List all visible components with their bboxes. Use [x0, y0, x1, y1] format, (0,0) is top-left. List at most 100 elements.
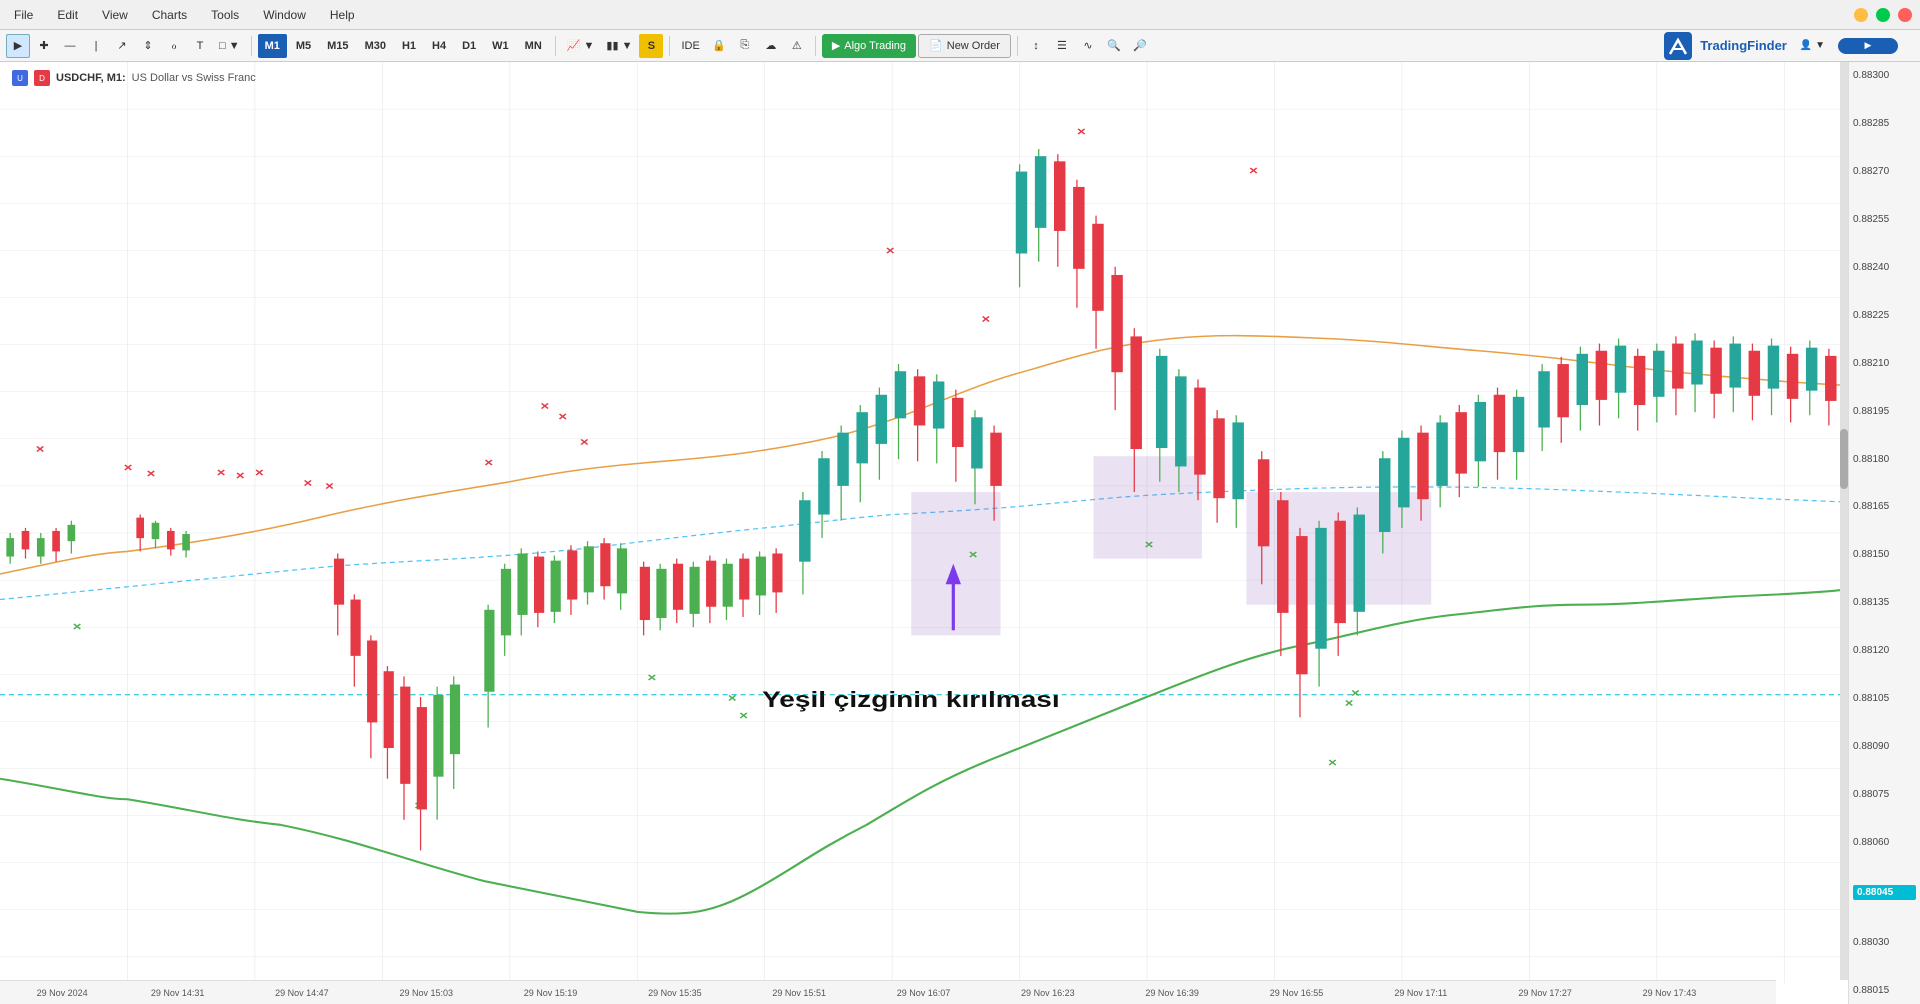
svg-text:×: ×: [484, 455, 493, 469]
timeframe-h1[interactable]: H1: [395, 34, 423, 58]
timeframe-m1[interactable]: M1: [258, 34, 287, 58]
time-label-13: 29 Nov 17:43: [1643, 988, 1697, 998]
price-level-13: 0.88105: [1853, 693, 1916, 704]
timeframe-mn[interactable]: MN: [518, 34, 549, 58]
price-level-0: 0.88300: [1853, 70, 1916, 81]
svg-text:×: ×: [1249, 163, 1258, 177]
time-label-11: 29 Nov 17:11: [1394, 988, 1447, 998]
menu-bar[interactable]: File Edit View Charts Tools Window Help: [8, 6, 361, 24]
new-order-button[interactable]: 📄 New Order: [918, 34, 1011, 58]
svg-text:×: ×: [36, 442, 45, 456]
price-level-18: 0.88030: [1853, 937, 1916, 948]
chart-icon-1: U: [12, 70, 28, 86]
svg-text:×: ×: [540, 399, 549, 413]
chart-symbol: USDCHF, M1:: [56, 72, 126, 84]
logo-icon: [1664, 32, 1692, 60]
menu-charts[interactable]: Charts: [146, 6, 193, 24]
price-level-6: 0.88210: [1853, 358, 1916, 369]
time-label-2: 29 Nov 14:47: [275, 988, 329, 998]
chart-main[interactable]: U D USDCHF, M1: US Dollar vs Swiss Franc: [0, 62, 1848, 1004]
svg-text:×: ×: [886, 243, 895, 257]
alerts-btn[interactable]: ⚠: [785, 34, 809, 58]
time-axis: 29 Nov 2024 29 Nov 14:31 29 Nov 14:47 29…: [0, 980, 1776, 1004]
hline-tool[interactable]: —: [58, 34, 82, 58]
timeframe-m15[interactable]: M15: [320, 34, 355, 58]
menu-edit[interactable]: Edit: [51, 6, 84, 24]
menu-help[interactable]: Help: [324, 6, 361, 24]
minimize-button[interactable]: [1854, 8, 1868, 22]
price-level-9: 0.88165: [1853, 501, 1916, 512]
channel-tool[interactable]: ⇕: [136, 34, 160, 58]
time-label-6: 29 Nov 15:51: [772, 988, 826, 998]
svg-text:×: ×: [739, 708, 748, 722]
pitchfork-tool[interactable]: ℴ: [162, 34, 186, 58]
separator-3: [669, 36, 670, 56]
menu-view[interactable]: View: [96, 6, 134, 24]
time-label-0: 29 Nov 2024: [37, 988, 88, 998]
price-level-3: 0.88255: [1853, 214, 1916, 225]
menu-window[interactable]: Window: [257, 6, 312, 24]
timeframe-w1[interactable]: W1: [485, 34, 516, 58]
timeframe-d1[interactable]: D1: [455, 34, 483, 58]
price-level-4: 0.88240: [1853, 262, 1916, 273]
time-label-4: 29 Nov 15:19: [524, 988, 578, 998]
cursor-tool[interactable]: ▶: [6, 34, 30, 58]
signals-btn[interactable]: S: [639, 34, 663, 58]
window-controls: [1854, 8, 1912, 22]
menu-tools[interactable]: Tools: [205, 6, 245, 24]
close-button[interactable]: [1898, 8, 1912, 22]
svg-text:×: ×: [1328, 755, 1337, 769]
svg-text:×: ×: [981, 312, 990, 326]
timeframe-h4[interactable]: H4: [425, 34, 453, 58]
zoom-in-btn[interactable]: 🔍: [1102, 34, 1126, 58]
trendline-tool[interactable]: ↗: [110, 34, 134, 58]
separator-5: [1017, 36, 1018, 56]
account-balance: ▶: [1838, 38, 1898, 54]
chart-compare-btn[interactable]: ☰: [1050, 34, 1074, 58]
chart-container: U D USDCHF, M1: US Dollar vs Swiss Franc: [0, 62, 1920, 1004]
logo-text: TradingFinder: [1700, 38, 1787, 53]
chart-type-btn[interactable]: ▮▮ ▼: [601, 34, 637, 58]
cloud-btn[interactable]: ☁: [759, 34, 783, 58]
vline-tool[interactable]: |: [84, 34, 108, 58]
chart-icon-2: D: [34, 70, 50, 86]
svg-text:×: ×: [303, 475, 312, 489]
price-level-14: 0.88090: [1853, 741, 1916, 752]
algo-trading-label: Algo Trading: [844, 40, 906, 52]
price-level-10: 0.88150: [1853, 549, 1916, 560]
indicators-btn[interactable]: 📈 ▼: [562, 34, 600, 58]
svg-text:Yeşil çizginin kırılması: Yeşil çizginin kırılması: [762, 688, 1060, 713]
time-label-12: 29 Nov 17:27: [1518, 988, 1572, 998]
toolbar: ▶ ✚ — | ↗ ⇕ ℴ T □ ▼ M1 M5 M15 M30 H1 H4 …: [0, 30, 1920, 62]
price-level-15: 0.88075: [1853, 789, 1916, 800]
chart-description: US Dollar vs Swiss Franc: [132, 72, 256, 84]
crosshair-tool[interactable]: ✚: [32, 34, 56, 58]
text-tool[interactable]: T: [188, 34, 212, 58]
timeframe-m30[interactable]: M30: [358, 34, 393, 58]
price-level-11: 0.88135: [1853, 597, 1916, 608]
svg-text:×: ×: [1345, 696, 1354, 710]
svg-text:×: ×: [969, 547, 978, 561]
time-label-9: 29 Nov 16:39: [1145, 988, 1199, 998]
price-level-5: 0.88225: [1853, 310, 1916, 321]
menu-file[interactable]: File: [8, 6, 39, 24]
title-bar: File Edit View Charts Tools Window Help: [0, 0, 1920, 30]
maximize-button[interactable]: [1876, 8, 1890, 22]
price-level-16: 0.88060: [1853, 837, 1916, 848]
lock-btn[interactable]: 🔒: [707, 34, 731, 58]
depth-btn[interactable]: ↕: [1024, 34, 1048, 58]
svg-text:×: ×: [255, 465, 264, 479]
scrollbar-vertical[interactable]: [1840, 62, 1848, 980]
algo-trading-button[interactable]: ▶ Algo Trading: [822, 34, 916, 58]
new-order-label: New Order: [947, 40, 1000, 52]
ide-btn[interactable]: IDE: [676, 34, 704, 58]
connect-btn[interactable]: ⎘: [733, 34, 757, 58]
chart-line-btn[interactable]: ∿: [1076, 34, 1100, 58]
time-label-7: 29 Nov 16:07: [897, 988, 951, 998]
timeframe-m5[interactable]: M5: [289, 34, 318, 58]
shapes-tool[interactable]: □ ▼: [214, 34, 245, 58]
scrollbar-thumb[interactable]: [1840, 429, 1848, 489]
zoom-out-btn[interactable]: 🔎: [1128, 34, 1152, 58]
account-btn[interactable]: 👤 ▼: [1795, 34, 1830, 58]
current-price: 0.88045: [1857, 887, 1893, 898]
